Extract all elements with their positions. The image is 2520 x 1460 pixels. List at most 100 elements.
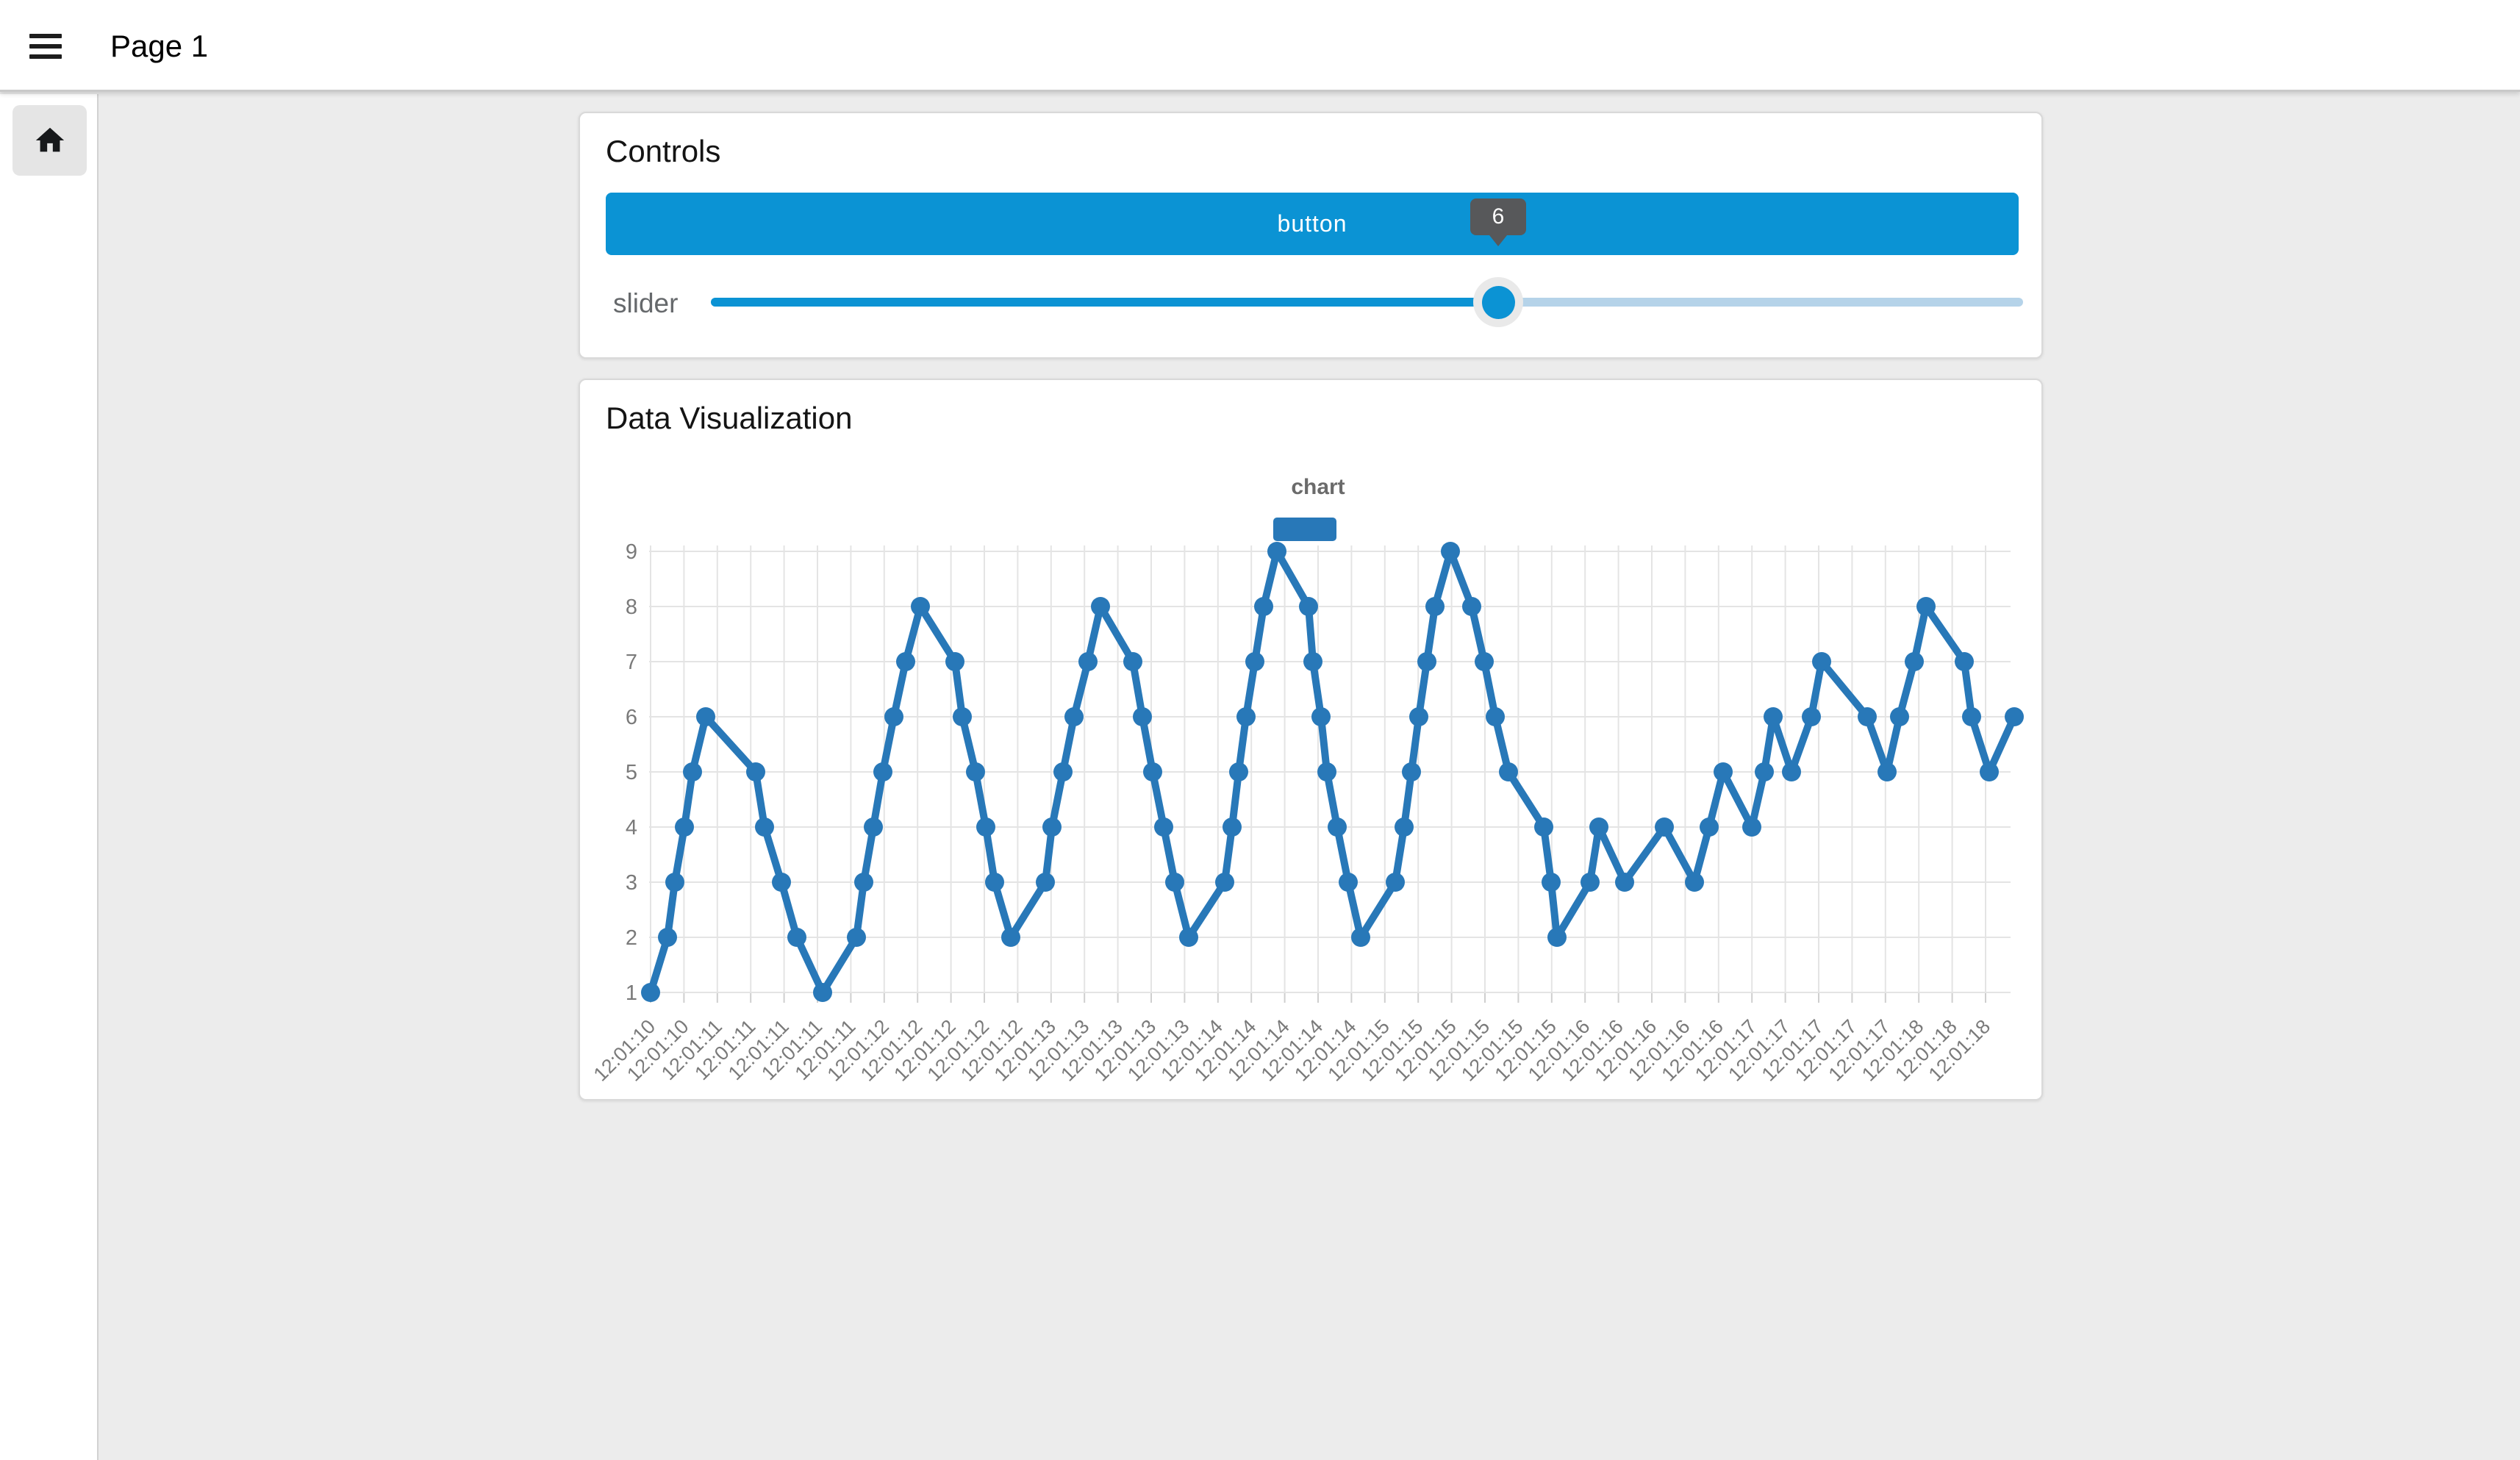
y-tick-label: 2	[626, 926, 637, 950]
data-point	[1042, 817, 1062, 837]
home-icon	[33, 124, 67, 157]
data-point	[1764, 707, 1783, 726]
data-point	[1812, 652, 1831, 671]
data-point	[1655, 817, 1674, 837]
data-point	[1229, 762, 1248, 781]
data-point	[945, 652, 964, 671]
data-point	[1267, 542, 1286, 561]
y-tick-label: 5	[626, 761, 637, 784]
data-point	[1962, 707, 1981, 726]
data-point	[1317, 762, 1336, 781]
slider-fill	[711, 298, 1498, 307]
data-point	[1581, 873, 1600, 892]
y-tick-label: 8	[626, 595, 637, 619]
data-point	[1742, 817, 1761, 837]
data-point	[873, 762, 892, 781]
data-point	[1980, 762, 1999, 781]
slider-tooltip: 6	[1470, 198, 1526, 235]
data-point	[1955, 652, 1974, 671]
data-point	[755, 817, 774, 837]
data-point	[985, 873, 1004, 892]
data-point	[1425, 597, 1445, 616]
data-point	[1299, 597, 1318, 616]
y-tick-label: 3	[626, 871, 637, 895]
sidebar	[0, 94, 99, 1460]
data-point	[966, 762, 985, 781]
data-point	[1486, 707, 1505, 726]
y-tick-label: 9	[626, 540, 637, 564]
line-chart[interactable]: 12:01:1012:01:1012:01:1112:01:1112:01:11…	[588, 456, 2058, 1110]
data-point	[665, 873, 684, 892]
viz-card-title: Data Visualization	[606, 401, 852, 436]
data-point	[1351, 928, 1370, 947]
data-point	[1534, 817, 1553, 837]
data-point	[1328, 817, 1347, 837]
data-point	[1441, 542, 1460, 561]
data-point	[1254, 597, 1273, 616]
data-point	[896, 652, 915, 671]
y-tick-label: 6	[626, 706, 637, 729]
data-point	[1001, 928, 1020, 947]
data-point	[953, 707, 972, 726]
data-point	[976, 817, 995, 837]
data-point	[1714, 762, 1733, 781]
chart-title: chart	[1291, 475, 1345, 499]
data-point	[884, 707, 903, 726]
slider-label: slider	[613, 288, 678, 319]
data-point	[1409, 707, 1428, 726]
data-point	[1402, 762, 1421, 781]
data-point	[1215, 873, 1234, 892]
top-bar: Page 1	[0, 0, 2520, 92]
hamburger-icon	[29, 34, 72, 59]
data-point	[1905, 652, 1924, 671]
y-tick-label: 1	[626, 981, 637, 1005]
data-point	[1236, 707, 1256, 726]
data-point	[1154, 817, 1173, 837]
page-title: Page 1	[110, 0, 208, 92]
slider-handle[interactable]	[1482, 286, 1515, 319]
data-point	[1589, 817, 1608, 837]
data-point	[1685, 873, 1704, 892]
action-button[interactable]: button	[606, 193, 2019, 255]
data-point	[1475, 652, 1494, 671]
data-point	[1878, 762, 1897, 781]
controls-card-title: Controls	[606, 134, 720, 169]
data-point	[1542, 873, 1561, 892]
data-point	[1078, 652, 1098, 671]
y-tick-label: 7	[626, 651, 637, 674]
data-point	[854, 873, 873, 892]
data-point	[683, 762, 702, 781]
data-point	[1782, 762, 1801, 781]
data-point	[1223, 817, 1242, 837]
data-point	[787, 928, 806, 947]
slider-tooltip-value: 6	[1492, 204, 1505, 229]
legend-swatch[interactable]	[1273, 518, 1336, 541]
y-tick-label: 4	[626, 816, 637, 840]
data-point	[1890, 707, 1909, 726]
data-point	[1091, 597, 1110, 616]
data-point	[1462, 597, 1481, 616]
data-point	[1916, 597, 1936, 616]
data-point	[658, 928, 677, 947]
menu-button[interactable]	[29, 25, 72, 68]
slider[interactable]: 6	[711, 262, 2023, 343]
data-point	[1858, 707, 1877, 726]
data-point	[1123, 652, 1142, 671]
controls-card: Controls button slider 6	[579, 112, 2043, 359]
data-point	[641, 983, 660, 1002]
data-point	[864, 817, 883, 837]
data-point	[1499, 762, 1518, 781]
data-point	[1802, 707, 1821, 726]
home-button[interactable]	[12, 105, 87, 176]
data-point	[746, 762, 765, 781]
data-point	[1165, 873, 1184, 892]
data-point	[1339, 873, 1358, 892]
data-point	[1311, 707, 1331, 726]
data-point	[1179, 928, 1198, 947]
data-point	[1615, 873, 1634, 892]
data-point	[1700, 817, 1719, 837]
data-point	[911, 597, 930, 616]
data-point	[1036, 873, 1055, 892]
data-point	[1755, 762, 1774, 781]
data-point	[813, 983, 832, 1002]
